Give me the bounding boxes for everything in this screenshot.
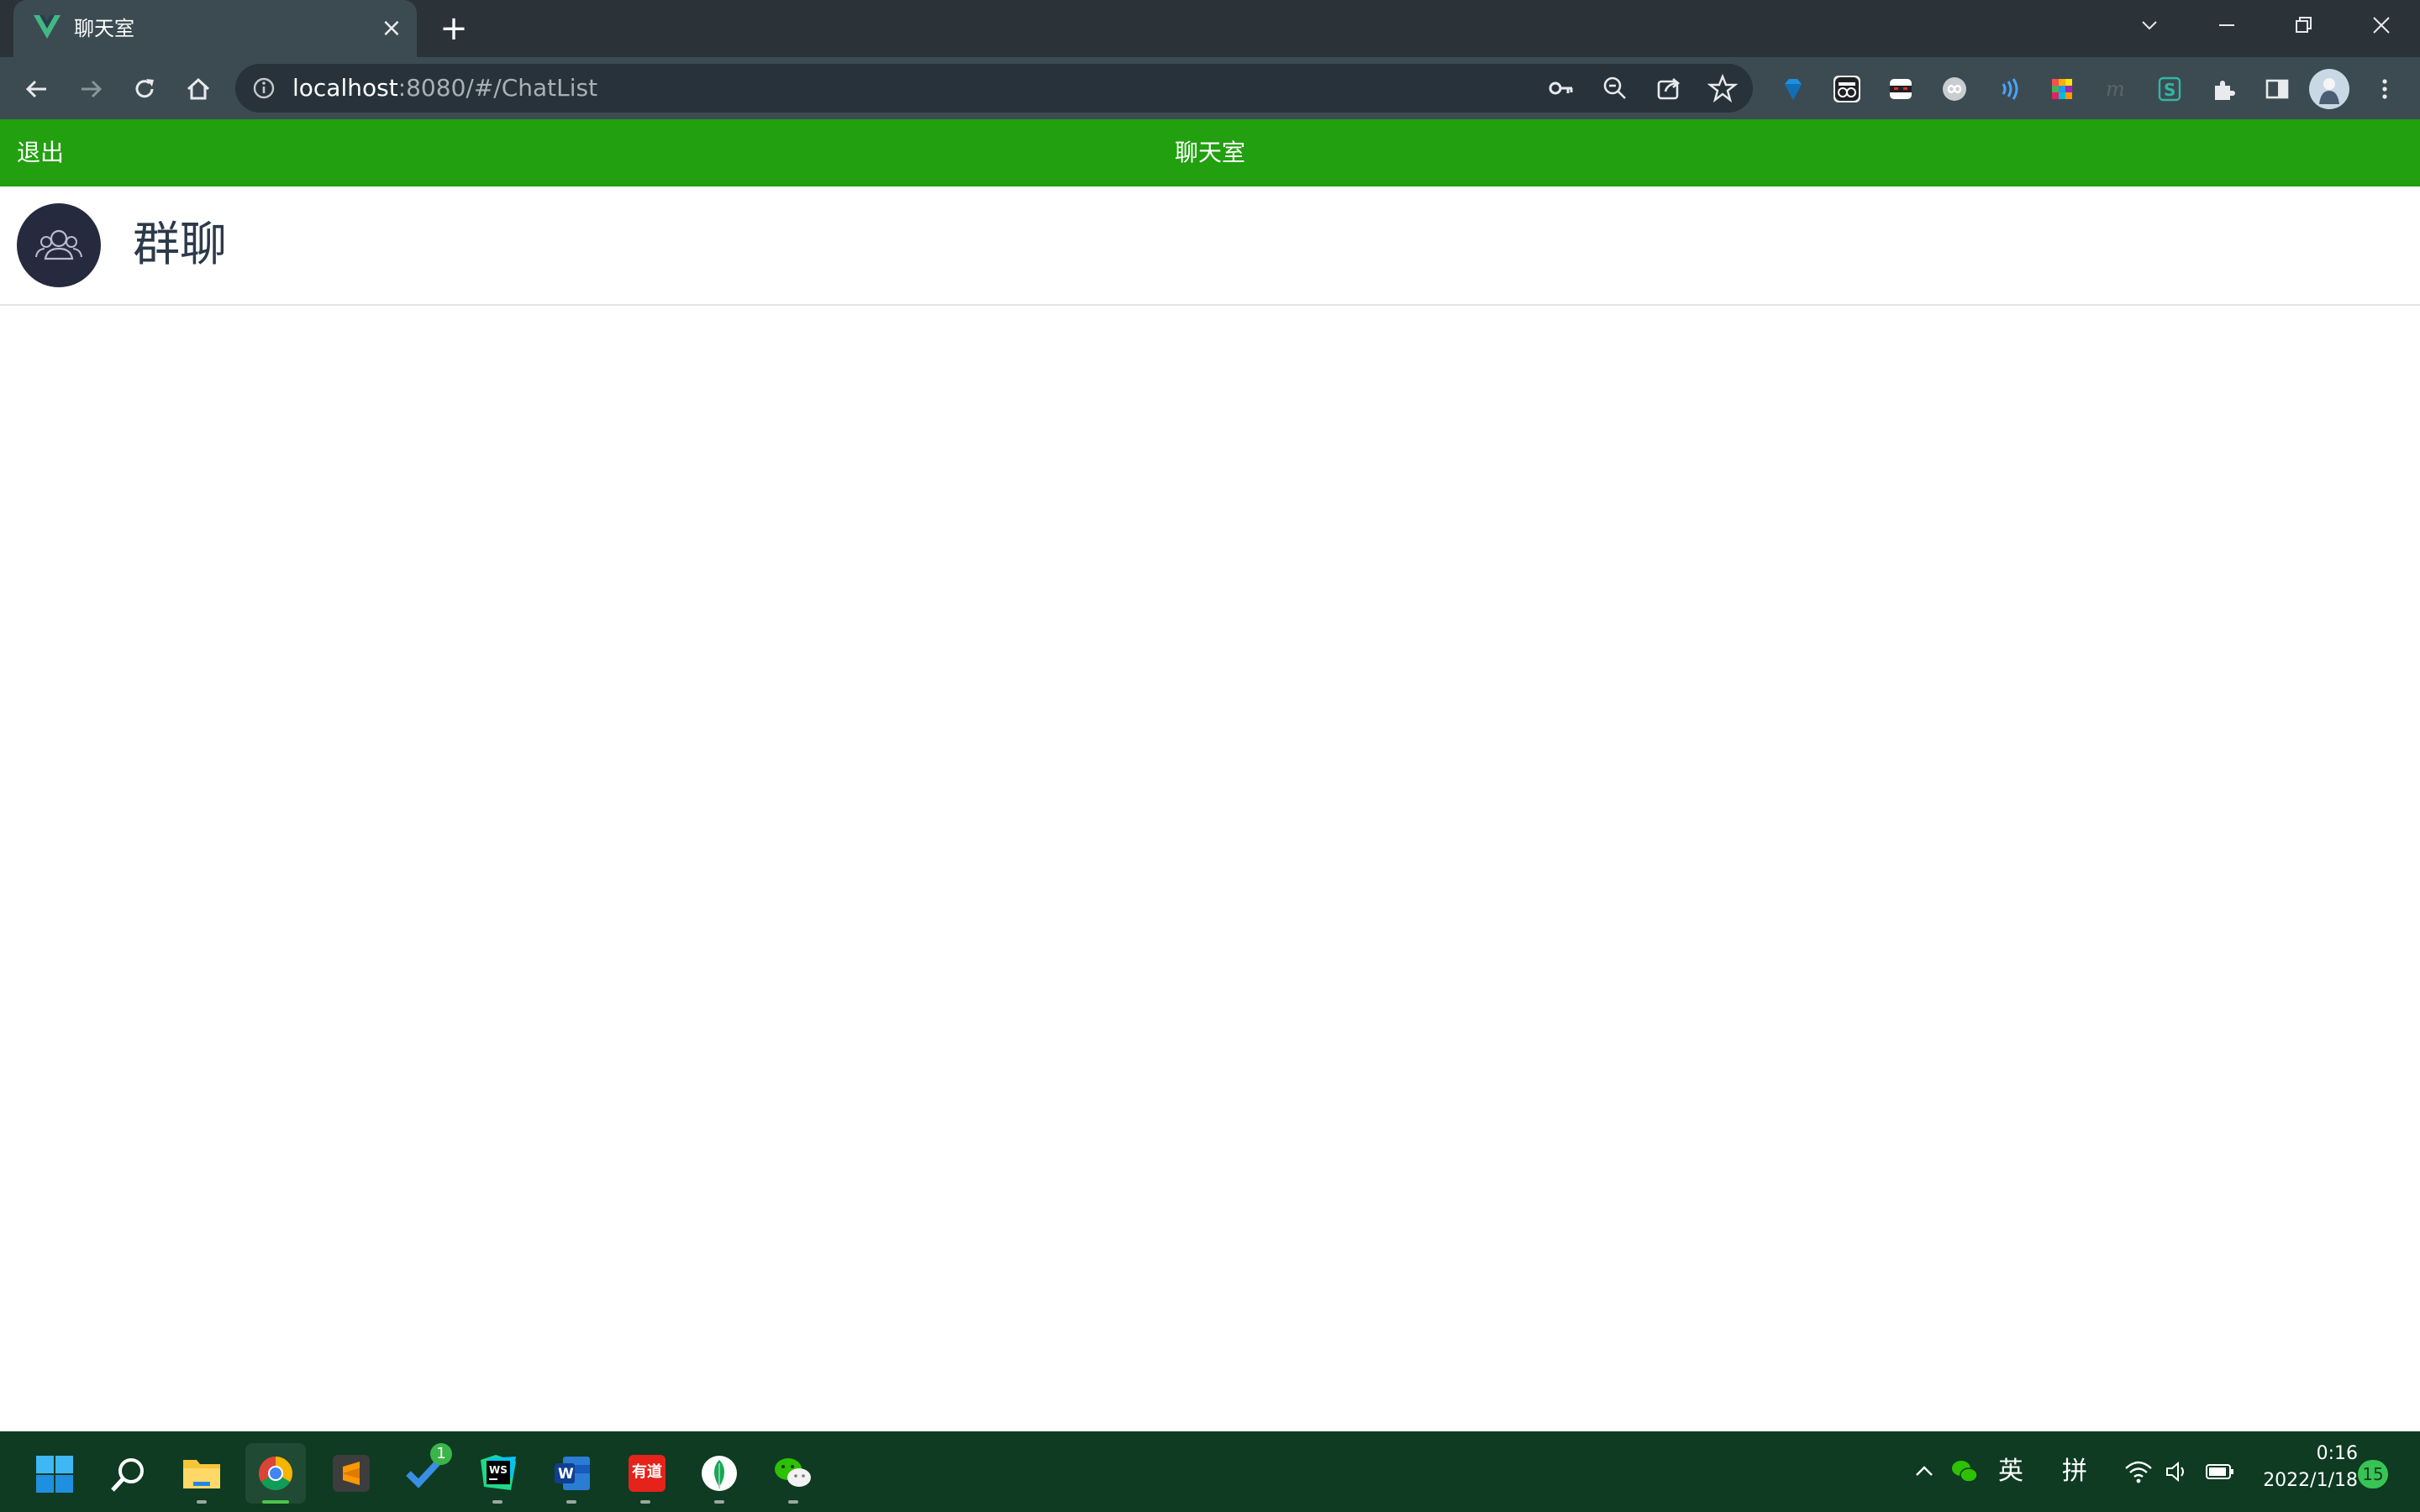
todo-badge: 1: [430, 1443, 452, 1465]
extension-colorpicker-icon[interactable]: [2044, 71, 2081, 108]
url-host: localhost: [292, 74, 398, 102]
profile-avatar[interactable]: [2309, 69, 2349, 109]
chat-name: 群聊: [133, 218, 227, 272]
word-icon: W: [555, 1457, 590, 1490]
logout-button[interactable]: 退出: [17, 136, 64, 170]
chat-list: 群聊: [0, 186, 2420, 306]
battery-icon[interactable]: [2205, 1462, 2235, 1482]
volume-icon[interactable]: [2165, 1460, 2191, 1483]
tab-search-chevron-icon[interactable]: [2124, 7, 2175, 44]
start-button[interactable]: [24, 1443, 84, 1504]
tab-title: 聊天室: [74, 17, 134, 40]
extension-s-icon[interactable]: S: [2151, 71, 2188, 108]
password-key-icon[interactable]: [1546, 73, 1576, 103]
tray-wechat-icon[interactable]: [1949, 1457, 1980, 1487]
minimize-button[interactable]: [2202, 7, 2252, 44]
taskbar: 1 WS W 有道 英 拼 0:16 2022/1/18 15: [0, 1431, 2420, 1512]
url-text: localhost:8080/#/ChatList: [292, 74, 597, 102]
extensions-puzzle-icon[interactable]: [2205, 71, 2242, 108]
app-header: 聊天室 退出: [0, 119, 2420, 186]
svg-text:WS: WS: [489, 1464, 508, 1476]
close-window-button[interactable]: [2356, 7, 2407, 44]
page-title: 聊天室: [1174, 139, 1245, 166]
extension-m-icon[interactable]: m: [2097, 71, 2134, 108]
share-icon[interactable]: [1654, 73, 1684, 103]
taskbar-wechat[interactable]: [763, 1443, 823, 1504]
chat-list-item-group[interactable]: 群聊: [0, 186, 2420, 306]
site-info-icon[interactable]: [252, 76, 276, 100]
browser-toolbar: localhost:8080/#/ChatList m S: [0, 57, 2420, 119]
side-panel-icon[interactable]: [2259, 71, 2296, 108]
taskbar-mongodb[interactable]: [689, 1443, 750, 1504]
tray-overflow-chevron-icon[interactable]: [1914, 1462, 1934, 1482]
mongodb-icon: [702, 1456, 737, 1491]
tray-language[interactable]: 英: [1998, 1455, 2023, 1488]
webstorm-icon: WS: [481, 1455, 516, 1490]
svg-text:S: S: [2164, 80, 2175, 100]
url-path: :8080/#/ChatList: [397, 74, 598, 102]
extension-spy-icon[interactable]: [1828, 71, 1865, 108]
wifi-icon[interactable]: [2124, 1460, 2153, 1483]
home-button[interactable]: [180, 71, 217, 108]
tab-close-icon[interactable]: ×: [376, 13, 407, 44]
wechat-icon: [775, 1458, 811, 1487]
group-avatar: [17, 203, 101, 287]
reload-button[interactable]: [126, 71, 163, 108]
taskbar-youdao[interactable]: 有道: [615, 1443, 676, 1504]
extension-wave-icon[interactable]: [1990, 71, 2027, 108]
notification-badge[interactable]: 15: [2358, 1460, 2388, 1488]
back-button[interactable]: [18, 71, 55, 108]
sublime-icon: [343, 1462, 360, 1485]
extension-infinity-icon[interactable]: [1936, 71, 1973, 108]
new-tab-button[interactable]: +: [437, 10, 471, 47]
forward-button[interactable]: [72, 71, 109, 108]
search-icon: [111, 1458, 144, 1492]
search-button[interactable]: [97, 1443, 158, 1504]
zoom-out-icon[interactable]: [1600, 73, 1630, 103]
youdao-icon: 有道: [632, 1463, 662, 1481]
taskbar-chrome[interactable]: [245, 1443, 306, 1504]
bookmark-star-icon[interactable]: [1707, 73, 1738, 103]
clock-time[interactable]: 0:16: [2257, 1441, 2358, 1467]
group-users-icon: [35, 229, 82, 260]
taskbar-todo[interactable]: 1: [393, 1443, 454, 1504]
taskbar-webstorm[interactable]: WS: [467, 1443, 528, 1504]
tray-ime[interactable]: 拼: [2062, 1455, 2087, 1488]
chrome-icon: [259, 1457, 292, 1490]
extension-gem-icon[interactable]: [1775, 71, 1812, 108]
address-bar[interactable]: localhost:8080/#/ChatList: [235, 64, 1753, 113]
svg-text:m: m: [2106, 77, 2125, 101]
svg-text:W: W: [558, 1466, 574, 1483]
folder-icon: [183, 1460, 220, 1488]
browser-tab[interactable]: 聊天室 ×: [13, 0, 417, 57]
browser-tab-strip: 聊天室 × +: [0, 0, 2420, 57]
clock-date[interactable]: 2022/1/18: [2240, 1468, 2358, 1494]
taskbar-sublime-text[interactable]: [319, 1443, 380, 1504]
taskbar-file-explorer[interactable]: [171, 1443, 232, 1504]
taskbar-word[interactable]: W: [541, 1443, 602, 1504]
restore-button[interactable]: [2279, 7, 2329, 44]
windows-logo-icon: [36, 1456, 73, 1493]
vue-logo-icon: [34, 15, 60, 39]
browser-menu-icon[interactable]: [2366, 71, 2403, 108]
extension-ninja-icon[interactable]: [1882, 71, 1919, 108]
